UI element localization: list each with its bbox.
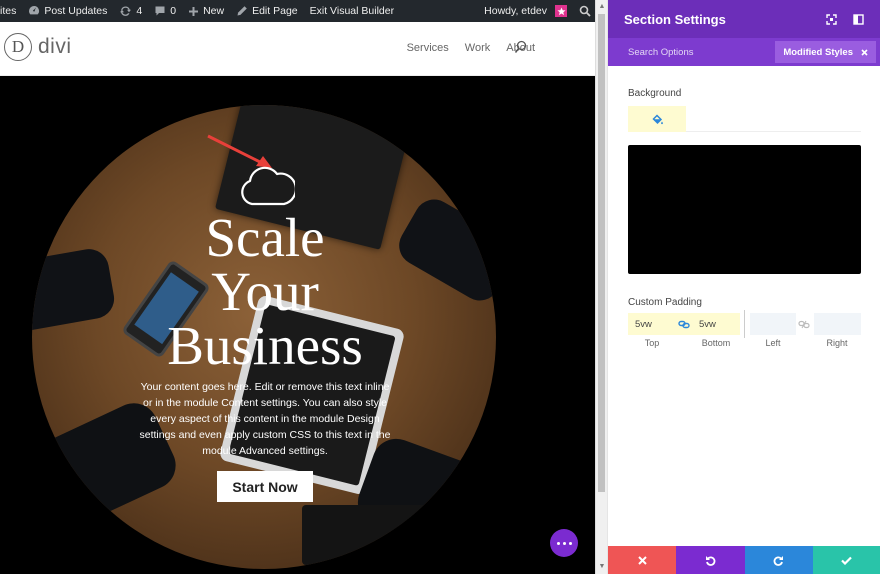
- exit-visual-builder-label: Exit Visual Builder: [309, 5, 395, 17]
- admin-bar-comments[interactable]: 0: [148, 0, 182, 22]
- post-updates-label: Post Updates: [44, 5, 108, 17]
- padding-top-input[interactable]: 5vw: [628, 313, 676, 335]
- nav-search-icon[interactable]: [514, 40, 528, 59]
- admin-bar-edit-page[interactable]: Edit Page: [230, 0, 304, 22]
- modified-styles-label: Modified Styles: [783, 46, 853, 58]
- link-top-bottom-icon[interactable]: [676, 313, 692, 335]
- undo-icon: [705, 555, 716, 566]
- search-icon: [579, 5, 591, 17]
- search-options-input[interactable]: Search Options: [628, 47, 693, 58]
- cloud-icon: [241, 166, 295, 206]
- start-now-button[interactable]: Start Now: [217, 471, 313, 502]
- dot-icon: [562, 541, 566, 545]
- builder-menu-button[interactable]: [550, 529, 578, 557]
- wp-admin-bar: ites Post Updates 4 0 New Edit Page Exit…: [0, 0, 595, 22]
- scroll-thumb[interactable]: [598, 14, 605, 492]
- hero-title-line: Your: [211, 261, 319, 322]
- link-left-right-icon[interactable]: [796, 313, 812, 335]
- nav-item-work[interactable]: Work: [465, 42, 490, 54]
- hero-title: Scale Your Business: [120, 207, 410, 376]
- dot-icon: [556, 541, 560, 545]
- checkmark-icon: [841, 556, 853, 565]
- background-label: Background: [628, 88, 682, 99]
- background-type-tabs: [628, 106, 861, 132]
- admin-bar-exit-visual-builder[interactable]: Exit Visual Builder: [304, 0, 400, 22]
- fullscreen-icon[interactable]: [826, 13, 837, 25]
- padding-divider: [744, 310, 745, 338]
- undo-button[interactable]: [676, 546, 745, 574]
- background-color-preview[interactable]: [628, 145, 861, 274]
- comments-count: 0: [170, 5, 177, 17]
- logo-wordmark: divi: [38, 35, 72, 58]
- updates-icon: [120, 6, 132, 16]
- scroll-down-icon[interactable]: ▼: [598, 563, 606, 571]
- sleeve-shape: [32, 245, 118, 335]
- hero-title-line: Scale: [205, 207, 325, 268]
- panel-footer: [608, 546, 880, 574]
- close-icon[interactable]: [861, 48, 868, 56]
- padding-caption-left: Left: [765, 338, 781, 348]
- admin-bar-search[interactable]: [573, 0, 595, 22]
- site-header: D divi Services Work About: [0, 22, 595, 76]
- discard-button[interactable]: [608, 546, 677, 574]
- updates-count: 4: [136, 5, 143, 17]
- star-icon: [556, 7, 566, 15]
- admin-bar-new[interactable]: New: [182, 0, 230, 22]
- padding-bottom-input[interactable]: 5vw: [692, 313, 740, 335]
- sites-label: ites: [0, 5, 17, 17]
- avatar: [555, 5, 567, 17]
- admin-bar-account[interactable]: Howdy, etdev: [478, 0, 573, 22]
- admin-bar-updates[interactable]: 4: [113, 0, 148, 22]
- admin-bar-post-updates[interactable]: Post Updates: [22, 0, 113, 22]
- background-color-tab[interactable]: [628, 106, 686, 132]
- panel-tab-bar: Search Options Modified Styles: [608, 38, 880, 66]
- padding-caption-top: Top: [644, 338, 660, 348]
- custom-padding-inputs: 5vw 5vw Top Bottom Left Right: [628, 310, 861, 348]
- dock-panel-icon[interactable]: [853, 13, 864, 25]
- close-icon: [637, 555, 647, 565]
- hero-title-line: Business: [167, 315, 363, 376]
- padding-caption-right: Right: [826, 338, 848, 348]
- redo-button[interactable]: [744, 546, 813, 574]
- site-logo[interactable]: D divi: [4, 33, 72, 61]
- plus-icon: [189, 6, 199, 16]
- comment-icon: [155, 6, 165, 16]
- admin-bar-sites[interactable]: ites: [0, 0, 22, 22]
- howdy-label: Howdy, etdev: [484, 5, 547, 17]
- edit-page-label: Edit Page: [252, 5, 298, 17]
- panel-title: Section Settings: [624, 11, 726, 27]
- hero-body-text[interactable]: Your content goes here. Edit or remove t…: [138, 379, 392, 459]
- padding-caption-bottom: Bottom: [701, 338, 731, 348]
- page-scrollbar[interactable]: ▲ ▼: [595, 0, 607, 574]
- pencil-icon: [237, 6, 247, 16]
- custom-padding-label: Custom Padding: [628, 297, 702, 308]
- logo-mark: D: [4, 33, 32, 61]
- paint-bucket-icon: [651, 113, 663, 124]
- dashboard-icon: [29, 5, 40, 15]
- hero-section[interactable]: Scale Your Business Your content goes he…: [0, 76, 595, 574]
- section-settings-panel: Section Settings Search Options Modified…: [607, 0, 880, 574]
- scroll-up-icon[interactable]: ▲: [598, 3, 606, 11]
- new-label: New: [203, 5, 225, 17]
- dark-pad-shape: [302, 505, 452, 565]
- redo-icon: [773, 555, 784, 566]
- modified-styles-filter[interactable]: Modified Styles: [775, 41, 876, 63]
- padding-left-input[interactable]: [750, 313, 796, 335]
- nav-item-services[interactable]: Services: [407, 42, 449, 54]
- dot-icon: [568, 541, 572, 545]
- save-button[interactable]: [812, 546, 880, 574]
- padding-right-input[interactable]: [814, 313, 861, 335]
- panel-header: Section Settings: [608, 0, 880, 38]
